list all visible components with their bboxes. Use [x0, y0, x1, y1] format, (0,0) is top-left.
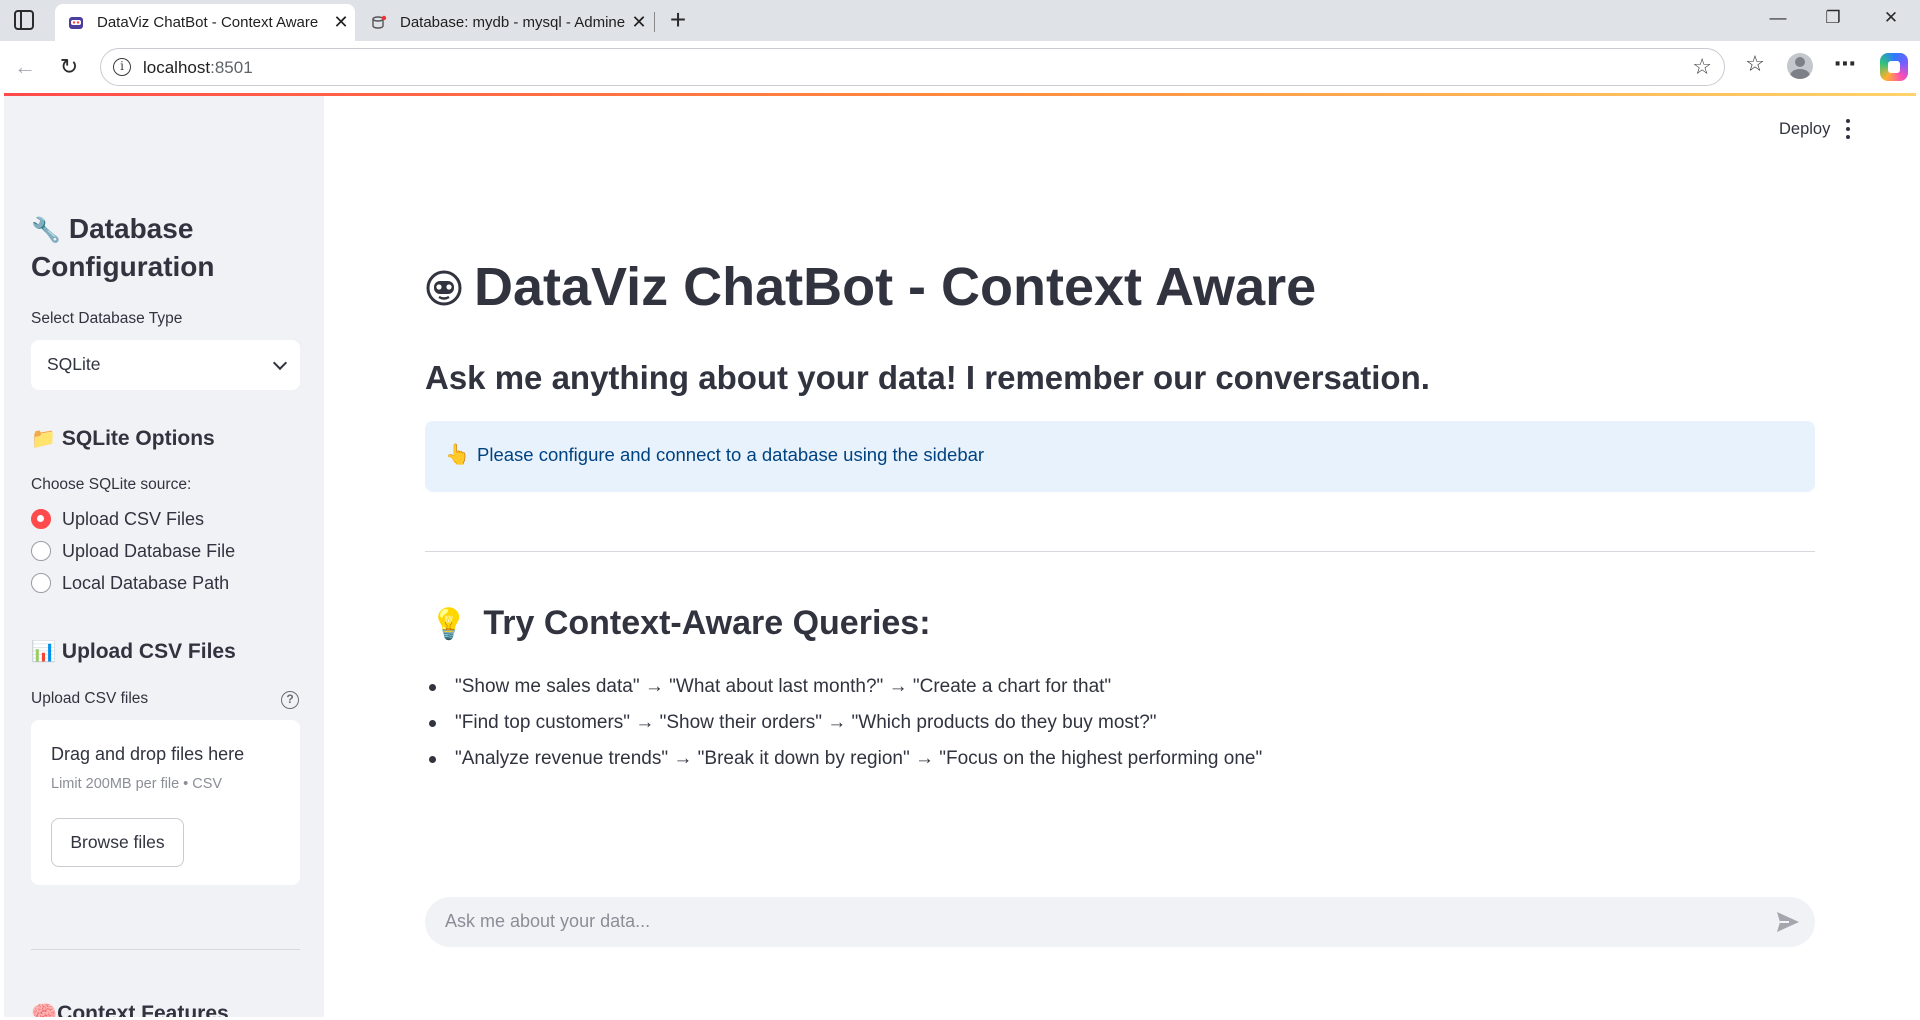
radio-upload-db-file[interactable]: Upload Database File [31, 539, 235, 563]
radio-label: Local Database Path [62, 572, 230, 593]
help-icon[interactable]: ? [281, 691, 299, 709]
tab-dataviz[interactable]: DataViz ChatBot - Context Aware ✕ [55, 4, 355, 41]
main-content: Deploy DataViz ChatBot - Context Aware A… [324, 96, 1916, 1017]
radio-upload-csv[interactable]: Upload CSV Files [31, 507, 204, 531]
radio-selected-icon[interactable] [31, 509, 51, 529]
app-favicon-icon [69, 16, 83, 29]
chat-input-placeholder: Ask me about your data... [445, 911, 651, 931]
window-close-icon[interactable]: ✕ [1868, 8, 1914, 28]
list-item: "Show me sales data" → "What about last … [425, 669, 1262, 705]
copilot-icon[interactable] [1880, 53, 1908, 81]
url-host: localhost [143, 58, 211, 77]
examples-heading: 💡 Try Context-Aware Queries: [430, 604, 931, 643]
favorite-star-icon[interactable]: ☆ [1692, 54, 1712, 80]
send-icon[interactable] [1775, 909, 1801, 935]
upload-csv-label: Upload CSV files [31, 690, 149, 707]
tab-actions-icon[interactable] [14, 10, 34, 30]
adminer-favicon-icon [372, 15, 387, 29]
examples-heading-text: Try Context-Aware Queries: [483, 604, 931, 642]
upload-csv-heading: 📊 Upload CSV Files [31, 639, 236, 664]
context-features-heading: 🧠Context Features [31, 1002, 229, 1017]
tab-close-icon[interactable]: ✕ [625, 12, 653, 33]
chevron-down-icon [272, 355, 288, 371]
sidebar-divider [31, 949, 300, 950]
page-title-text: DataViz ChatBot - Context Aware [474, 257, 1317, 317]
db-type-value: SQLite [47, 354, 101, 374]
browser-toolbar: ← ↻ i localhost:8501 ☆ ☆ ⋯ [0, 41, 1920, 94]
browse-files-button[interactable]: Browse files [51, 818, 184, 867]
minimize-icon[interactable]: ― [1755, 8, 1801, 28]
sqlite-options-heading: 📁 SQLite Options [31, 426, 215, 451]
main-menu-icon[interactable] [1838, 117, 1858, 141]
favorites-icon[interactable]: ☆ [1740, 51, 1770, 77]
sqlite-options-heading-text: SQLite Options [61, 427, 215, 450]
info-alert-text: Please configure and connect to a databa… [477, 444, 985, 465]
brain-icon: 🧠 [31, 1002, 58, 1017]
info-alert: 👆 Please configure and connect to a data… [425, 421, 1815, 492]
radio-label: Upload Database File [62, 540, 236, 561]
page-subtitle: Ask me anything about your data! I remem… [425, 359, 1430, 396]
radio-label: Upload CSV Files [62, 508, 205, 529]
profile-avatar[interactable] [1787, 53, 1813, 79]
db-type-select[interactable]: SQLite [31, 340, 300, 390]
chat-input[interactable]: Ask me about your data... [425, 897, 1815, 947]
page-title: DataViz ChatBot - Context Aware [424, 256, 1316, 318]
sqlite-source-label: Choose SQLite source: [31, 476, 192, 493]
radio-unselected-icon[interactable] [31, 541, 51, 561]
context-features-heading-text: Context Features [57, 1002, 229, 1017]
db-type-label: Select Database Type [31, 310, 183, 327]
dropzone-instructions: Drag and drop files here [51, 744, 245, 764]
deploy-button[interactable]: Deploy [1779, 120, 1830, 139]
robot-icon [426, 270, 462, 306]
list-item: "Find top customers" → "Show their order… [425, 705, 1262, 741]
sidebar-title: 🔧 Database Configuration [31, 211, 301, 285]
browser-tab-bar: DataViz ChatBot - Context Aware ✕ Databa… [0, 0, 1920, 41]
upload-csv-heading-text: Upload CSV Files [61, 640, 236, 663]
new-tab-icon[interactable]: + [663, 6, 693, 36]
more-options-icon[interactable]: ⋯ [1830, 51, 1860, 77]
tab-title: Database: mydb - mysql - Adminer [400, 14, 625, 31]
address-bar[interactable]: i localhost:8501 ☆ [100, 48, 1725, 86]
tab-adminer[interactable]: Database: mydb - mysql - Adminer ✕ [358, 4, 653, 41]
section-divider [425, 551, 1815, 552]
back-icon[interactable]: ← [12, 54, 38, 80]
tab-close-icon[interactable]: ✕ [327, 12, 355, 33]
file-dropzone[interactable]: Drag and drop files here Limit 200MB per… [31, 720, 300, 885]
lightbulb-icon: 💡 [430, 608, 468, 641]
reload-icon[interactable]: ↻ [56, 54, 82, 80]
tab-separator [654, 12, 655, 32]
pointing-hand-icon: 👆 [445, 444, 470, 466]
wrench-icon: 🔧 [31, 217, 61, 244]
examples-list: "Show me sales data" → "What about last … [425, 669, 1262, 777]
bar-chart-icon: 📊 [31, 641, 56, 663]
folder-icon: 📁 [31, 428, 56, 450]
sidebar: 🔧 Database Configuration Select Database … [4, 96, 324, 1017]
dropzone-limit: Limit 200MB per file • CSV [51, 776, 223, 792]
list-item: "Analyze revenue trends" → "Break it dow… [425, 741, 1262, 777]
restore-icon[interactable]: ❐ [1810, 8, 1856, 28]
url-port: :8501 [210, 58, 253, 77]
app-page: 🔧 Database Configuration Select Database … [4, 96, 1916, 1017]
radio-unselected-icon[interactable] [31, 573, 51, 593]
site-info-icon[interactable]: i [113, 58, 131, 76]
tab-title: DataViz ChatBot - Context Aware [97, 14, 319, 31]
radio-local-db-path[interactable]: Local Database Path [31, 571, 229, 595]
url-text: localhost:8501 [143, 58, 253, 78]
